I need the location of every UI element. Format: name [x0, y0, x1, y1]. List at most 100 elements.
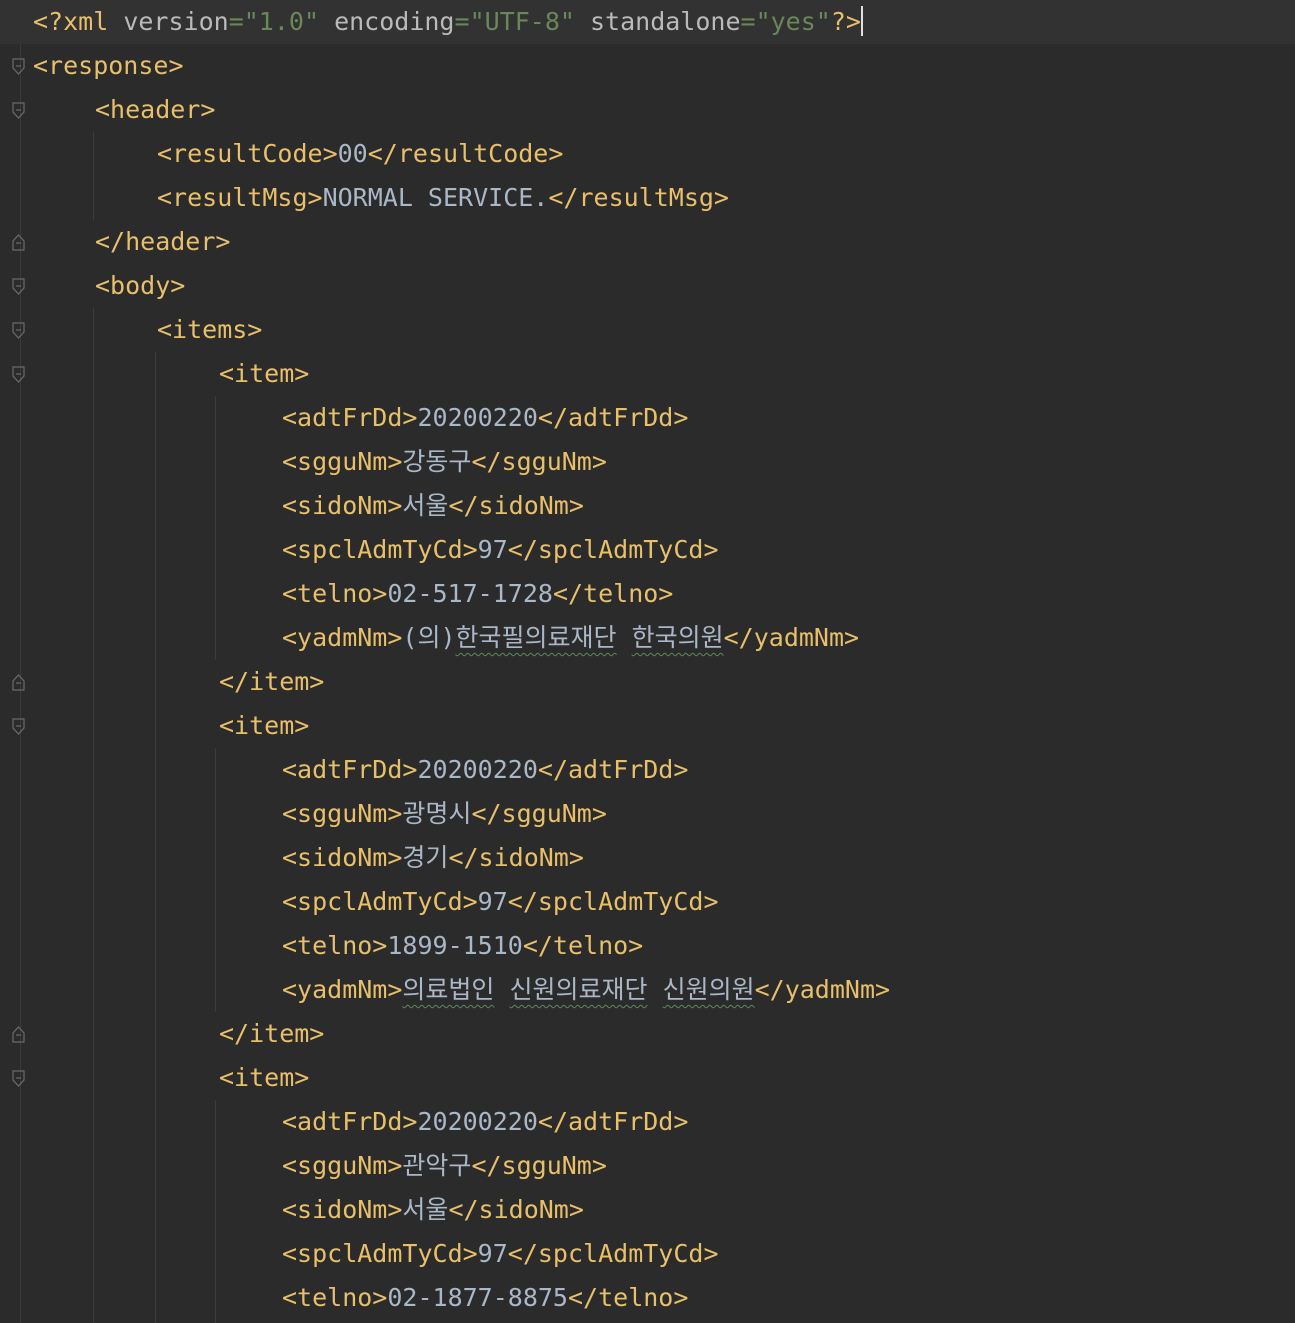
code-line-item-open[interactable]: <item>	[0, 704, 1295, 748]
yadmnm-word-spellcheck: 한국필의료재단	[455, 623, 617, 652]
tag-close: </adtFrDd>	[537, 403, 689, 432]
tag-close: </sgguNm>	[471, 1151, 607, 1180]
tag-close: </telno>	[567, 1283, 689, 1312]
tag-close: </adtFrDd>	[537, 755, 689, 784]
code-line-sidonm[interactable]: <sidoNm>서울</sidoNm>	[0, 1188, 1295, 1232]
tag-response-open: <response>	[33, 51, 184, 80]
code-line-header-close[interactable]: </header>	[0, 220, 1295, 264]
code-line-header-open[interactable]: <header>	[0, 88, 1295, 132]
tag-open: <telno>	[282, 579, 388, 608]
tag-result-code-open: <resultCode>	[157, 139, 338, 168]
tag-item-close: </item>	[219, 1019, 325, 1048]
tag-open: <sgguNm>	[282, 447, 403, 476]
tag-close: </telno>	[552, 579, 674, 608]
tag-open: <sidoNm>	[282, 843, 403, 872]
tag-close: </sidoNm>	[448, 491, 584, 520]
tag-body-open: <body>	[95, 271, 186, 300]
result-msg-value: NORMAL SERVICE.	[322, 183, 549, 212]
code-line-response-open[interactable]: <response>	[0, 44, 1295, 88]
yadmnm-word-spellcheck: 의료법인	[402, 975, 495, 1004]
spcladmtycd-value: 97	[477, 887, 508, 916]
tag-close: </spclAdmTyCd>	[507, 1239, 719, 1268]
tag-open: <spclAdmTyCd>	[282, 1239, 478, 1268]
adtfrdd-value: 20200220	[417, 1107, 538, 1136]
code-line-item-open[interactable]: <item>	[0, 1056, 1295, 1100]
tag-open: <sidoNm>	[282, 1195, 403, 1224]
telno-value: 02-517-1728	[387, 579, 553, 608]
attr-standalone-value: "yes"	[755, 7, 831, 36]
sidonm-value: 서울	[402, 491, 449, 520]
code-line-spcladmtycd[interactable]: <spclAdmTyCd>97</spclAdmTyCd>	[0, 1232, 1295, 1276]
tag-open: <spclAdmTyCd>	[282, 887, 478, 916]
code-line-adtfrdd[interactable]: <adtFrDd>20200220</adtFrDd>	[0, 1100, 1295, 1144]
sidonm-value: 서울	[402, 1195, 449, 1224]
sidonm-value: 경기	[402, 843, 449, 872]
code-line-items-open[interactable]: <items>	[0, 308, 1295, 352]
code-line-telno[interactable]: <telno>1899-1510</telno>	[0, 924, 1295, 968]
code-line-telno[interactable]: <telno>02-517-1728</telno>	[0, 572, 1295, 616]
sggunm-value: 광명시	[402, 799, 472, 828]
yadmnm-word-spellcheck: 신원의료재단	[509, 975, 648, 1004]
tag-close: </yadmNm>	[723, 623, 860, 652]
attr-version-value: "1.0"	[243, 7, 320, 36]
xml-declaration-open: <?xml	[33, 7, 109, 36]
tag-open: <sgguNm>	[282, 1151, 403, 1180]
xml-declaration-close: ?>	[830, 7, 861, 36]
tag-result-msg-close: </resultMsg>	[548, 183, 729, 212]
code-line-item-open[interactable]: <item>	[0, 352, 1295, 396]
code-line-item-close[interactable]: </item>	[0, 660, 1295, 704]
yadmnm-word-spellcheck: 신원의원	[662, 975, 755, 1004]
attr-encoding-value: "UTF-8"	[469, 7, 575, 36]
tag-open: <sidoNm>	[282, 491, 403, 520]
telno-value: 1899-1510	[387, 931, 523, 960]
attr-encoding: encoding	[334, 7, 455, 36]
tag-open: <telno>	[282, 931, 388, 960]
tag-close: </yadmNm>	[754, 975, 891, 1004]
code-line-result-msg[interactable]: <resultMsg>NORMAL SERVICE.</resultMsg>	[0, 176, 1295, 220]
sggunm-value: 강동구	[402, 447, 472, 476]
code-line-yadmnm[interactable]: <yadmNm>의료법인 신원의료재단 신원의원</yadmNm>	[0, 968, 1295, 1012]
tag-open: <adtFrDd>	[282, 755, 418, 784]
code-line-sidonm[interactable]: <sidoNm>경기</sidoNm>	[0, 836, 1295, 880]
tag-open: <adtFrDd>	[282, 1107, 418, 1136]
tag-item-close: </item>	[219, 667, 325, 696]
code-line-item-close[interactable]: </item>	[0, 1012, 1295, 1056]
adtfrdd-value: 20200220	[417, 403, 538, 432]
tag-close: </sidoNm>	[448, 843, 584, 872]
code-line-result-code[interactable]: <resultCode>00</resultCode>	[0, 132, 1295, 176]
tag-close: </sgguNm>	[471, 799, 607, 828]
code-line-adtfrdd[interactable]: <adtFrDd>20200220</adtFrDd>	[0, 748, 1295, 792]
text-caret	[860, 6, 863, 36]
code-line-xml-declaration[interactable]: <?xml version="1.0" encoding="UTF-8" sta…	[0, 0, 1295, 44]
tag-close: </sidoNm>	[448, 1195, 584, 1224]
tag-open: <adtFrDd>	[282, 403, 418, 432]
code-line-yadmnm[interactable]: <yadmNm>(의)한국필의료재단 한국의원</yadmNm>	[0, 616, 1295, 660]
tag-open: <telno>	[282, 1283, 388, 1312]
tag-header-open: <header>	[95, 95, 216, 124]
tag-close: </spclAdmTyCd>	[507, 535, 719, 564]
tag-close: </telno>	[522, 931, 644, 960]
attr-standalone: standalone	[589, 7, 741, 36]
attr-version: version	[123, 7, 229, 36]
tag-item-open: <item>	[219, 359, 310, 388]
code-line-adtfrdd[interactable]: <adtFrDd>20200220</adtFrDd>	[0, 396, 1295, 440]
tag-items-open: <items>	[157, 315, 263, 344]
xml-editor[interactable]: <?xml version="1.0" encoding="UTF-8" sta…	[0, 0, 1295, 1323]
yadmnm-word-spellcheck: 한국의원	[631, 623, 724, 652]
tag-header-close: </header>	[95, 227, 231, 256]
tag-open: <yadmNm>	[282, 975, 403, 1004]
tag-open: <spclAdmTyCd>	[282, 535, 478, 564]
adtfrdd-value: 20200220	[417, 755, 538, 784]
code-line-spcladmtycd[interactable]: <spclAdmTyCd>97</spclAdmTyCd>	[0, 880, 1295, 924]
tag-open: <yadmNm>	[282, 623, 403, 652]
code-line-spcladmtycd[interactable]: <spclAdmTyCd>97</spclAdmTyCd>	[0, 528, 1295, 572]
code-line-body-open[interactable]: <body>	[0, 264, 1295, 308]
code-line-telno[interactable]: <telno>02-1877-8875</telno>	[0, 1276, 1295, 1320]
tag-result-msg-open: <resultMsg>	[157, 183, 323, 212]
tag-close: </sgguNm>	[471, 447, 607, 476]
sggunm-value: 관악구	[402, 1151, 472, 1180]
code-line-sidonm[interactable]: <sidoNm>서울</sidoNm>	[0, 484, 1295, 528]
code-line-sggunm[interactable]: <sgguNm>관악구</sgguNm>	[0, 1144, 1295, 1188]
code-line-sggunm[interactable]: <sgguNm>광명시</sgguNm>	[0, 792, 1295, 836]
code-line-sggunm[interactable]: <sgguNm>강동구</sgguNm>	[0, 440, 1295, 484]
